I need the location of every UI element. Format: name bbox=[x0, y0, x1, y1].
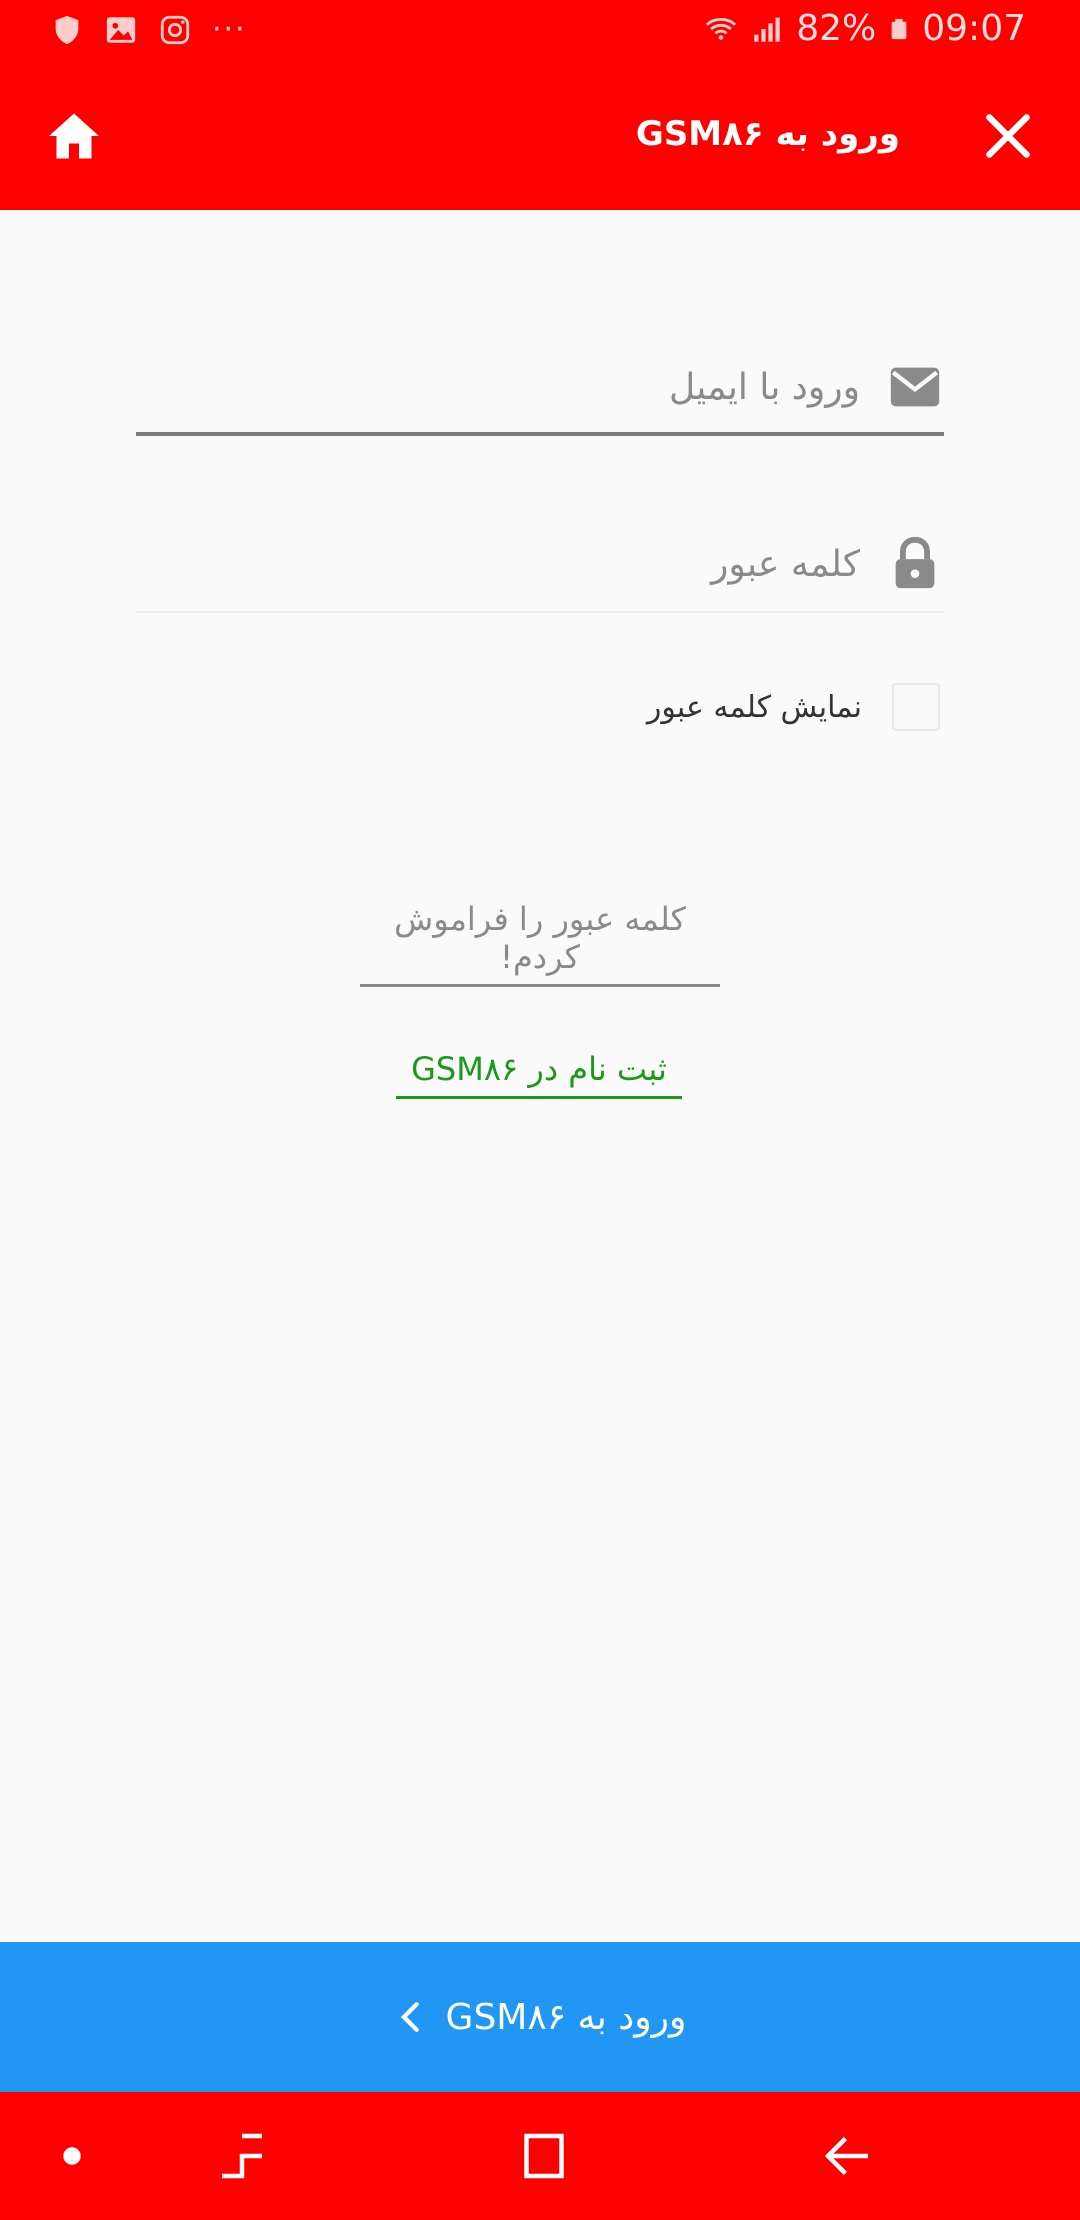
navigation-bar bbox=[0, 2092, 1080, 2220]
email-field-container bbox=[136, 350, 944, 436]
envelope-icon bbox=[890, 367, 940, 407]
home-icon[interactable] bbox=[44, 106, 104, 166]
status-bar: ··· 82% 09:07 bbox=[0, 0, 1080, 66]
shield-icon bbox=[55, 15, 79, 44]
chevron-left-icon bbox=[400, 2002, 419, 2032]
page-title: ورود به GSM۸۶ bbox=[635, 114, 900, 154]
close-icon[interactable] bbox=[976, 104, 1040, 168]
gallery-icon bbox=[106, 16, 136, 43]
password-input[interactable] bbox=[136, 543, 860, 585]
instagram-icon bbox=[160, 15, 190, 44]
wifi-icon bbox=[706, 17, 737, 40]
back-icon[interactable] bbox=[818, 2126, 878, 2186]
status-right-icons: 82% 09:07 bbox=[704, 8, 1026, 49]
login-button-label: ورود به GSM۸۶ bbox=[445, 1996, 687, 2038]
forgot-password-link[interactable]: کلمه عبور را فراموش کردم! bbox=[360, 900, 720, 987]
battery-icon bbox=[891, 18, 907, 39]
overflow-dots: ··· bbox=[212, 12, 247, 47]
show-password-label: نمایش کلمه عبور bbox=[646, 689, 862, 725]
home-square-icon[interactable] bbox=[514, 2126, 574, 2186]
show-password-checkbox[interactable] bbox=[892, 683, 940, 731]
clock: 09:07 bbox=[922, 8, 1026, 49]
register-link[interactable]: ثبت نام در GSM۸۶ bbox=[396, 1050, 682, 1099]
show-password-row[interactable]: نمایش کلمه عبور bbox=[600, 680, 940, 734]
email-input[interactable] bbox=[136, 366, 860, 408]
dot-icon[interactable] bbox=[42, 2126, 102, 2186]
status-left-icons: ··· bbox=[50, 12, 247, 47]
app-bar: ورود به GSM۸۶ bbox=[0, 66, 1080, 210]
signal-icon bbox=[754, 17, 780, 42]
password-field-container bbox=[136, 527, 944, 613]
login-button[interactable]: ورود به GSM۸۶ bbox=[0, 1942, 1080, 2092]
battery-percent: 82% bbox=[796, 8, 877, 49]
lock-icon bbox=[895, 536, 935, 589]
recent-apps-icon[interactable] bbox=[212, 2126, 272, 2186]
